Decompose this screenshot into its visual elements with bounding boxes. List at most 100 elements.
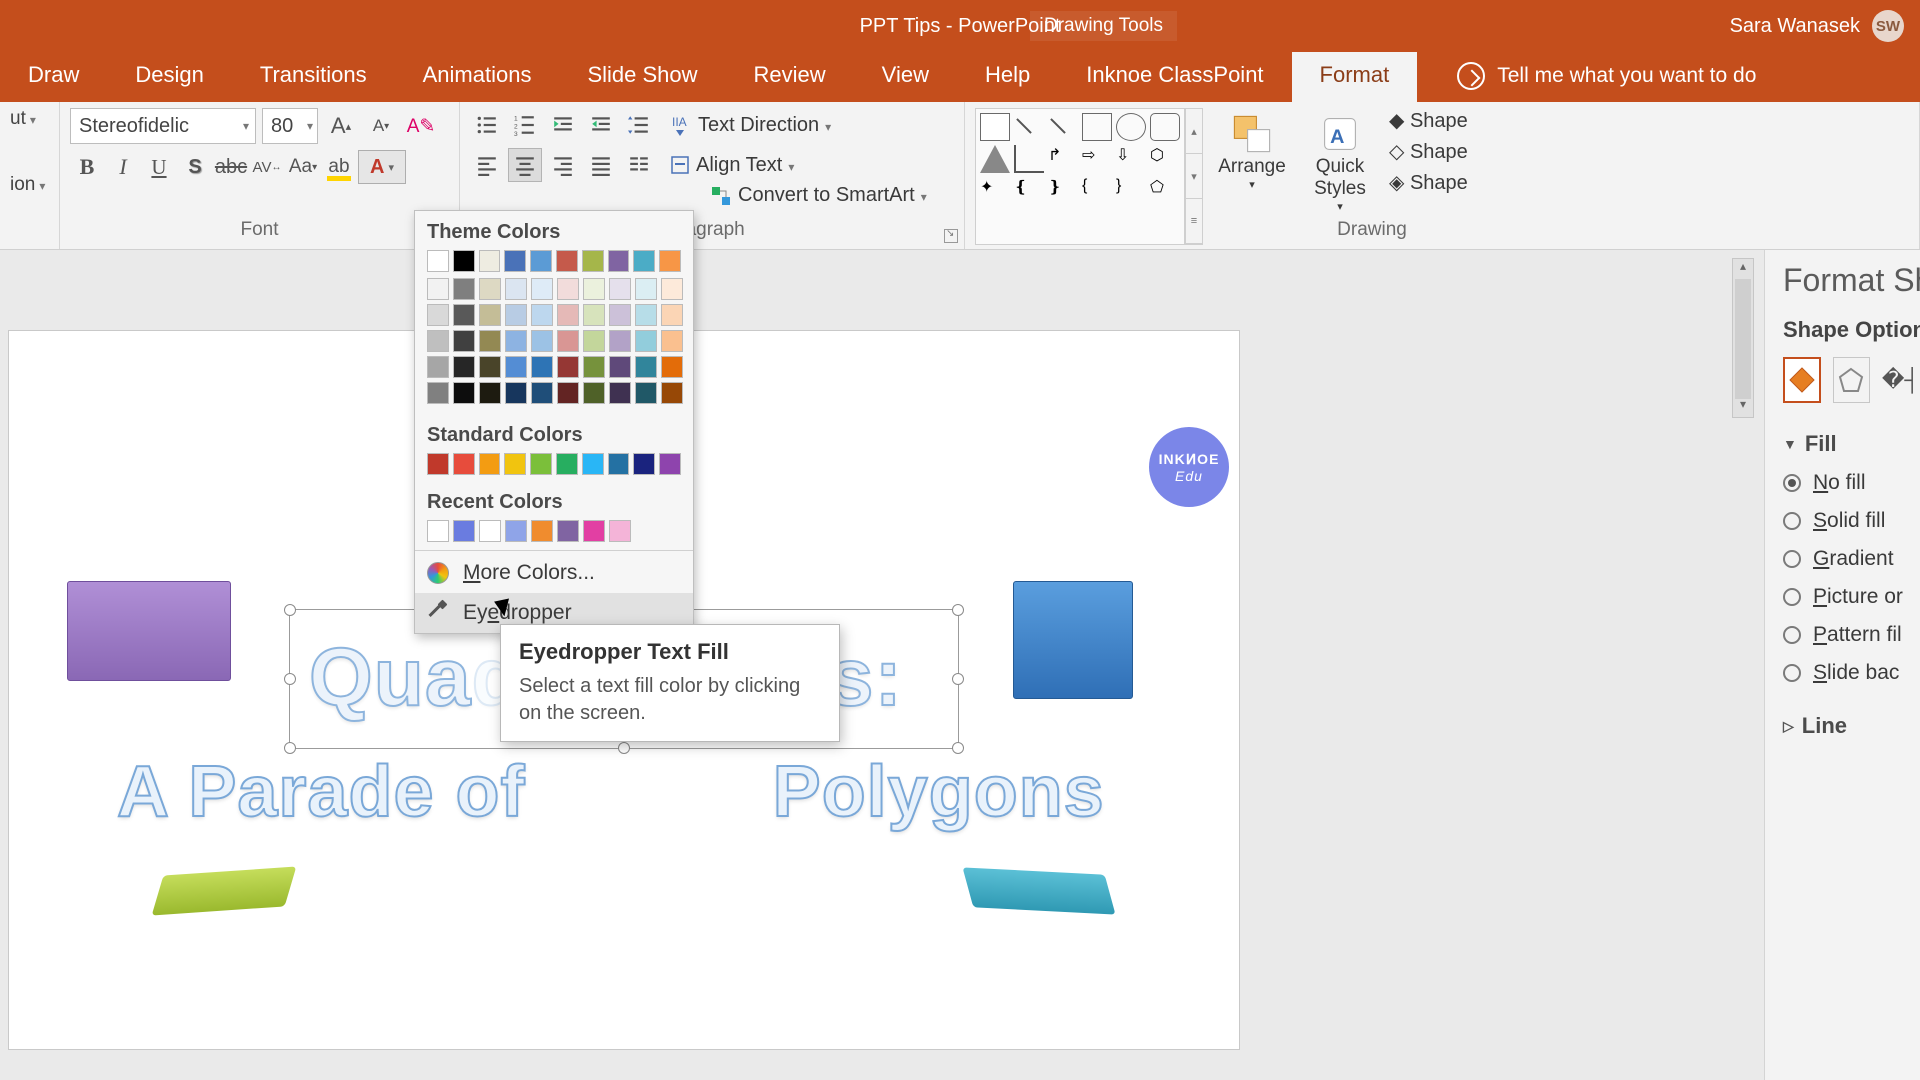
color-swatch[interactable] — [582, 453, 604, 475]
color-swatch[interactable] — [453, 250, 475, 272]
color-swatch[interactable] — [608, 453, 630, 475]
color-swatch[interactable] — [505, 520, 527, 542]
vertical-scrollbar[interactable]: ▴▾ — [1732, 258, 1754, 418]
color-swatch[interactable] — [633, 250, 655, 272]
color-swatch[interactable] — [479, 520, 501, 542]
color-swatch[interactable] — [453, 520, 475, 542]
font-color-split-button[interactable]: A — [358, 150, 406, 184]
color-swatch[interactable] — [479, 278, 501, 300]
tab-review[interactable]: Review — [726, 52, 854, 102]
italic-button[interactable]: I — [106, 150, 140, 184]
color-swatch[interactable] — [661, 330, 683, 352]
color-swatch[interactable] — [583, 304, 605, 326]
color-swatch[interactable] — [609, 356, 631, 378]
color-swatch[interactable] — [583, 382, 605, 404]
tab-draw[interactable]: Draw — [0, 52, 107, 102]
tab-animations[interactable]: Animations — [395, 52, 560, 102]
align-right-button[interactable] — [546, 148, 580, 182]
color-swatch[interactable] — [531, 304, 553, 326]
align-left-button[interactable] — [470, 148, 504, 182]
bold-button[interactable]: B — [70, 150, 104, 184]
blue-square-shape[interactable] — [1013, 581, 1133, 699]
color-swatch[interactable] — [427, 520, 449, 542]
color-swatch[interactable] — [635, 356, 657, 378]
shape-fill-button[interactable]: ◆ Shape — [1389, 108, 1468, 133]
green-parallelogram-shape[interactable] — [152, 867, 297, 916]
char-spacing-button[interactable]: AV↔ — [250, 150, 284, 184]
color-swatch[interactable] — [557, 304, 579, 326]
color-swatch[interactable] — [609, 304, 631, 326]
color-swatch[interactable] — [531, 278, 553, 300]
color-swatch[interactable] — [583, 330, 605, 352]
change-case-button[interactable]: Aa▾ — [286, 150, 320, 184]
purple-rectangle-shape[interactable] — [67, 581, 231, 681]
color-swatch[interactable] — [505, 382, 527, 404]
justify-button[interactable] — [584, 148, 618, 182]
numbering-button[interactable]: 123 — [508, 108, 542, 142]
line-spacing-button[interactable] — [622, 108, 656, 142]
color-swatch[interactable] — [479, 453, 501, 475]
color-swatch[interactable] — [530, 453, 552, 475]
color-swatch[interactable] — [504, 250, 526, 272]
fill-radio-5[interactable]: Slide bac — [1783, 661, 1920, 685]
color-swatch[interactable] — [505, 304, 527, 326]
tab-view[interactable]: View — [854, 52, 957, 102]
color-swatch[interactable] — [583, 356, 605, 378]
shape-outline-button[interactable]: ◇ Shape — [1389, 139, 1468, 164]
color-swatch[interactable] — [661, 356, 683, 378]
color-swatch[interactable] — [453, 356, 475, 378]
color-swatch[interactable] — [505, 278, 527, 300]
bullets-button[interactable] — [470, 108, 504, 142]
size-tab-icon[interactable]: �┤ — [1882, 357, 1920, 403]
clipboard-cut-partial[interactable]: ut — [10, 108, 49, 130]
color-swatch[interactable] — [583, 520, 605, 542]
shape-options-heading[interactable]: Shape Options — [1783, 317, 1920, 343]
line-section-header[interactable]: ▷Line — [1783, 713, 1920, 739]
color-swatch[interactable] — [427, 356, 449, 378]
grow-font-icon[interactable]: A▴ — [324, 109, 358, 143]
color-swatch[interactable] — [531, 520, 553, 542]
color-swatch[interactable] — [659, 250, 681, 272]
color-swatch[interactable] — [453, 382, 475, 404]
tab-design[interactable]: Design — [107, 52, 231, 102]
shape-effects-button[interactable]: ◈ Shape — [1389, 170, 1468, 195]
fill-radio-4[interactable]: Pattern fil — [1783, 623, 1920, 647]
color-swatch[interactable] — [635, 304, 657, 326]
color-swatch[interactable] — [583, 278, 605, 300]
color-swatch[interactable] — [531, 356, 553, 378]
color-swatch[interactable] — [608, 250, 630, 272]
tab-format[interactable]: Format — [1292, 52, 1418, 102]
color-swatch[interactable] — [635, 278, 657, 300]
slide-subtitle-text[interactable]: A Parade of xxxxx Polygons — [117, 751, 1105, 833]
color-swatch[interactable] — [661, 278, 683, 300]
color-swatch[interactable] — [427, 250, 449, 272]
highlight-button[interactable]: ab — [322, 150, 356, 184]
text-shadow-button[interactable]: S — [178, 150, 212, 184]
convert-smartart-button[interactable]: Convert to SmartArt — [710, 184, 927, 207]
more-colors-item[interactable]: More Colors... — [415, 553, 693, 593]
user-name[interactable]: Sara Wanasek — [1730, 15, 1860, 38]
teal-parallelogram-shape[interactable] — [962, 867, 1115, 914]
fill-radio-2[interactable]: Gradient — [1783, 547, 1920, 571]
tab-inknoe-classpoint[interactable]: Inknoe ClassPoint — [1058, 52, 1291, 102]
color-swatch[interactable] — [635, 382, 657, 404]
color-swatch[interactable] — [556, 250, 578, 272]
color-swatch[interactable] — [427, 453, 449, 475]
color-swatch[interactable] — [609, 278, 631, 300]
color-swatch[interactable] — [609, 382, 631, 404]
columns-button[interactable] — [622, 148, 656, 182]
color-swatch[interactable] — [453, 330, 475, 352]
tab-slide-show[interactable]: Slide Show — [559, 52, 725, 102]
align-text-button[interactable]: Align Text — [670, 154, 794, 177]
color-swatch[interactable] — [479, 250, 501, 272]
increase-indent-button[interactable] — [584, 108, 618, 142]
color-swatch[interactable] — [505, 330, 527, 352]
color-swatch[interactable] — [635, 330, 657, 352]
paragraph-dialog-launcher[interactable] — [944, 229, 958, 243]
underline-button[interactable]: U — [142, 150, 176, 184]
color-swatch[interactable] — [531, 330, 553, 352]
fill-radio-3[interactable]: Picture or — [1783, 585, 1920, 609]
color-swatch[interactable] — [556, 453, 578, 475]
user-avatar[interactable]: SW — [1872, 10, 1904, 42]
clipboard-option-partial[interactable]: ion — [10, 174, 49, 196]
